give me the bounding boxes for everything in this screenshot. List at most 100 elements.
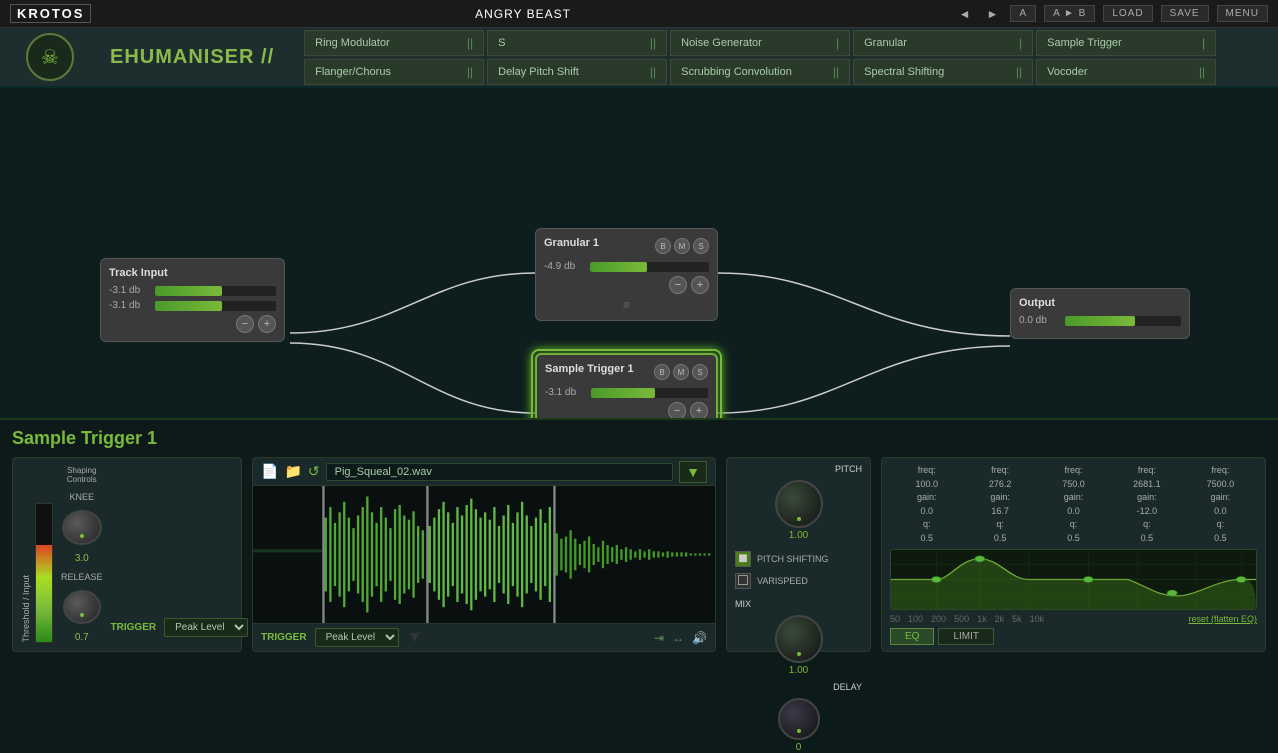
eq-gain-1-label: gain: — [917, 491, 937, 505]
load-button[interactable]: LOAD — [1103, 5, 1152, 22]
nav-label: Scrubbing Convolution — [681, 66, 792, 78]
sample-trigger1-node[interactable]: Sample Trigger 1 B M S -3.1 db − + ≡ — [535, 353, 718, 418]
top-bar: KROTOS ANGRY BEAST ◄ ► A A ► B LOAD SAVE… — [0, 0, 1278, 28]
a-to-b-button[interactable]: A ► B — [1044, 5, 1095, 22]
st1-meter-row: -3.1 db — [545, 387, 708, 398]
granular1-title-row: Granular 1 B M S — [544, 237, 709, 255]
track-input-controls: − + — [109, 315, 276, 333]
release-knob[interactable] — [63, 590, 101, 624]
comp-meter-vert — [35, 503, 53, 643]
eq-reset-btn[interactable]: reset (flatten EQ) — [1188, 614, 1257, 624]
wave-cursor-btn[interactable]: ⇥ — [654, 631, 664, 645]
nav-scrubbing-convolution[interactable]: Scrubbing Convolution || — [670, 59, 850, 85]
st1-title-row: Sample Trigger 1 B M S — [545, 363, 708, 381]
nav-label: Spectral Shifting — [864, 66, 944, 78]
pitch-knob[interactable] — [775, 480, 823, 528]
knee-knob[interactable] — [62, 510, 102, 545]
wave-zoom-btn[interactable]: ↔ — [672, 631, 684, 645]
mix-knob[interactable] — [775, 615, 823, 663]
eq-q-2: 0.5 — [994, 532, 1007, 546]
granular1-node[interactable]: Granular 1 B M S -4.9 db − + ≡ — [535, 228, 718, 321]
trigger-label: TRIGGER — [111, 622, 157, 633]
track-input-minus[interactable]: − — [236, 315, 254, 333]
pitch-shifting-label: PITCH SHIFTING — [757, 554, 829, 564]
eq-tab[interactable]: EQ — [890, 628, 934, 645]
nav-spectral-shifting[interactable]: Spectral Shifting || — [853, 59, 1033, 85]
nav-noise-generator[interactable]: Noise Generator | — [670, 30, 850, 56]
eq-gain-3: 0.0 — [1067, 505, 1080, 519]
wave-toolbar: 📄 📁 ↺ Pig_Squeal_02.wav ▼ — [253, 458, 715, 486]
trigger-select[interactable]: Peak Level RMS Level Gate — [164, 618, 248, 637]
nav-icon: || — [1199, 65, 1205, 79]
prev-button[interactable]: ◄ — [955, 7, 975, 21]
wave-trigger-select[interactable]: Peak Level RMS Level Gate — [315, 628, 399, 647]
eq-chart[interactable] — [890, 549, 1257, 610]
limit-tab[interactable]: LIMIT — [938, 628, 994, 645]
nav-icon: | — [1019, 36, 1022, 50]
comp-trigger-area: TRIGGER Peak Level RMS Level Gate — [111, 466, 249, 643]
granular1-b-btn[interactable]: B — [655, 238, 671, 254]
st1-plus[interactable]: + — [690, 402, 708, 418]
st1-b-btn[interactable]: B — [654, 364, 670, 380]
nav-sample-trigger[interactable]: Sample Trigger | — [1036, 30, 1216, 56]
st1-minus[interactable]: − — [668, 402, 686, 418]
mix-knob-dot — [797, 652, 801, 656]
brand-logo: ☠ — [10, 31, 90, 83]
track-input-plus[interactable]: + — [258, 315, 276, 333]
output-node[interactable]: Output 0.0 db — [1010, 288, 1190, 339]
wave-new-btn[interactable]: 📄 — [261, 463, 278, 480]
menu-button[interactable]: MENU — [1217, 5, 1268, 22]
mix-label-top: MIX — [735, 599, 862, 609]
nav-icon: || — [467, 65, 473, 79]
wave-trigger-row: TRIGGER Peak Level RMS Level Gate ▼ — [261, 628, 422, 647]
st1-db: -3.1 db — [545, 387, 585, 398]
pitch-knob-dot — [797, 517, 801, 521]
eq-svg — [891, 550, 1256, 609]
release-value: 0.7 — [75, 632, 89, 643]
delay-knob[interactable] — [778, 698, 820, 740]
granular1-db: -4.9 db — [544, 261, 584, 272]
nav-pitch-shifting[interactable]: S || — [487, 30, 667, 56]
eq-band-5: freq: 7500.0 gain: 0.0 q: 0.5 — [1184, 464, 1257, 545]
nav-granular[interactable]: Granular | — [853, 30, 1033, 56]
track-input-node[interactable]: Track Input -3.1 db -3.1 db − + — [100, 258, 285, 342]
eq-q-4-label: q: — [1143, 518, 1151, 532]
nav-ring-modulator[interactable]: Ring Modulator || — [304, 30, 484, 56]
wave-volume-btn[interactable]: 🔊 — [692, 631, 707, 645]
st1-s-btn[interactable]: S — [692, 364, 708, 380]
wave-refresh-btn[interactable]: ↺ — [308, 463, 320, 480]
comp-meter-area: Threshold / Input — [21, 466, 53, 643]
save-button[interactable]: SAVE — [1161, 5, 1209, 22]
release-label: RELEASE — [61, 572, 103, 582]
granular1-controls: − + — [544, 276, 709, 294]
varispeed-switch[interactable]: □ — [735, 573, 751, 589]
st1-m-btn[interactable]: M — [673, 364, 689, 380]
eq-freq-1k: 1k — [977, 614, 987, 624]
nav-bar: ☠ EHUMANISER // Ring Modulator || S || N… — [0, 28, 1278, 88]
waveform-svg — [253, 486, 715, 623]
wave-folder-btn[interactable]: 📁 — [284, 463, 301, 480]
krotos-logo: KROTOS — [10, 4, 91, 23]
pitch-shifting-switch[interactable]: ■ — [735, 551, 751, 567]
ctrl-panel: PITCH 1.00 ■ PITCH SHIFTING □ VARISPEED … — [726, 457, 871, 652]
logo-circle: ☠ — [26, 33, 74, 81]
eq-band-3: freq: 750.0 gain: 0.0 q: 0.5 — [1037, 464, 1110, 545]
granular1-minus[interactable]: − — [669, 276, 687, 294]
eq-freq-200: 200 — [931, 614, 946, 624]
bottom-content: Threshold / Input Shaping Controls KNEE … — [12, 457, 1266, 652]
next-button[interactable]: ► — [983, 7, 1003, 21]
delay-knob-container: 0 — [778, 698, 820, 753]
nav-vocoder[interactable]: Vocoder || — [1036, 59, 1216, 85]
granular1-plus[interactable]: + — [691, 276, 709, 294]
granular1-s-btn[interactable]: S — [693, 238, 709, 254]
track-input-fill2 — [155, 301, 222, 311]
wave-dropdown-btn[interactable]: ▼ — [679, 461, 707, 483]
a-button[interactable]: A — [1010, 5, 1036, 22]
nav-flanger-chorus[interactable]: Flanger/Chorus || — [304, 59, 484, 85]
nav-icon: || — [1016, 65, 1022, 79]
eq-freq-1: 100.0 — [915, 478, 938, 492]
granular1-m-btn[interactable]: M — [674, 238, 690, 254]
eq-freq-5k: 5k — [1012, 614, 1022, 624]
eq-freq-500: 500 — [954, 614, 969, 624]
nav-delay-pitch-shift[interactable]: Delay Pitch Shift || — [487, 59, 667, 85]
